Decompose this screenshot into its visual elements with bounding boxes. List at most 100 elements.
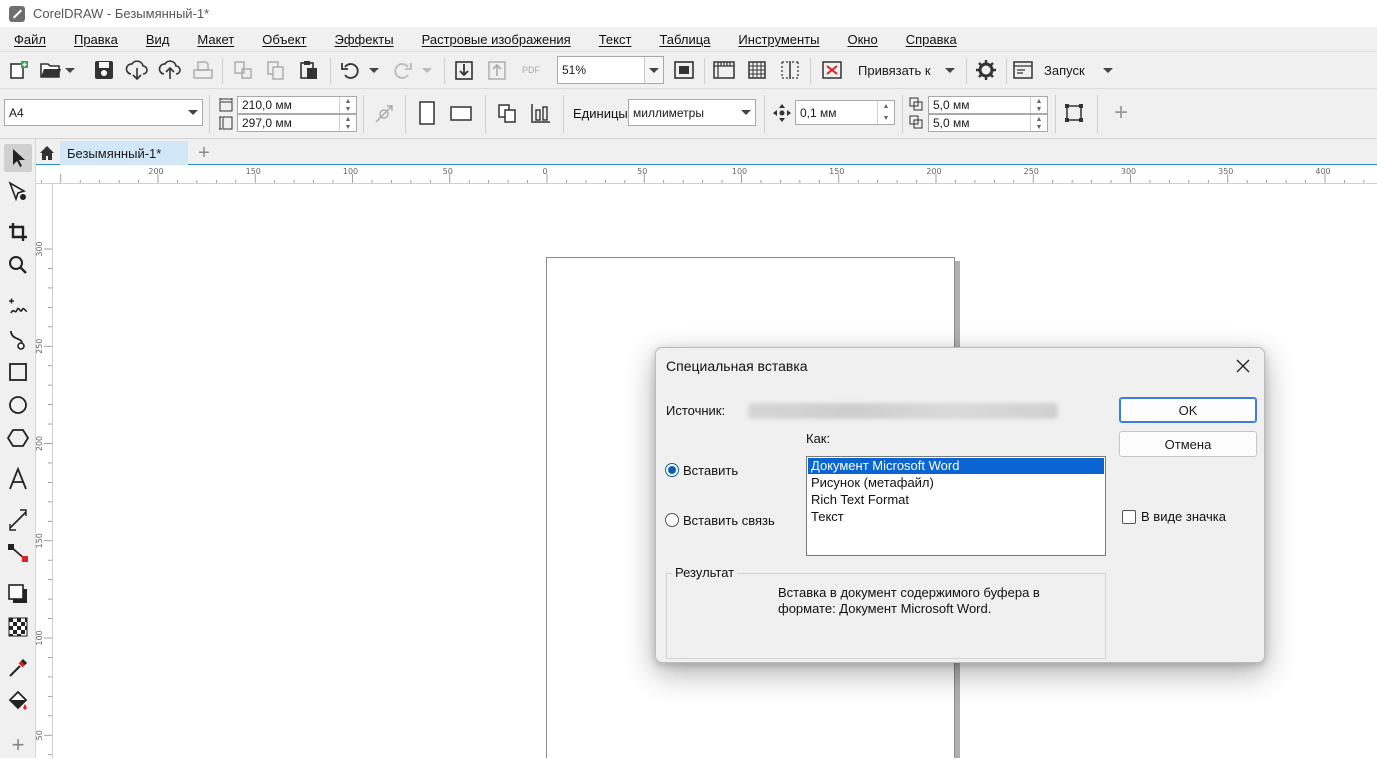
- units-dropdown-icon[interactable]: [736, 100, 755, 125]
- duplicate-x-input[interactable]: 5,0 мм ▲ ▼: [928, 96, 1048, 114]
- pick-tool-icon[interactable]: [4, 144, 32, 172]
- page-size-dropdown-icon[interactable]: [183, 100, 202, 125]
- paste-link-radio[interactable]: [665, 513, 679, 527]
- format-option[interactable]: Рисунок (метафайл): [808, 475, 1104, 491]
- ok-button[interactable]: OK: [1119, 397, 1257, 423]
- menu-text[interactable]: Текст: [591, 32, 640, 47]
- crop-tool-icon[interactable]: [4, 218, 32, 246]
- home-icon[interactable]: [36, 141, 58, 165]
- cancel-button[interactable]: Отмена: [1119, 431, 1257, 457]
- ellipse-tool-icon[interactable]: [4, 391, 32, 419]
- open-dropdown-icon[interactable]: [64, 62, 76, 78]
- page-rotate-icon[interactable]: [370, 100, 398, 128]
- page-width-input[interactable]: 210,0 мм ▲ ▼: [237, 96, 357, 114]
- nudge-up-icon[interactable]: ▲: [878, 101, 894, 113]
- print-icon[interactable]: [190, 57, 216, 83]
- menu-file[interactable]: Файл: [6, 32, 54, 47]
- nudge-distance-input[interactable]: 0,1 мм ▲ ▼: [795, 100, 895, 125]
- drop-shadow-tool-icon[interactable]: [4, 580, 32, 608]
- options-gear-icon[interactable]: [972, 57, 1000, 83]
- width-up-icon[interactable]: ▲: [340, 97, 356, 105]
- export-icon[interactable]: [484, 57, 510, 83]
- document-tab[interactable]: Безымянный-1*: [60, 141, 188, 165]
- snap-off-icon[interactable]: [818, 57, 846, 83]
- nudge-down-icon[interactable]: ▼: [878, 113, 894, 125]
- landscape-icon[interactable]: [446, 98, 476, 128]
- zoom-tool-icon[interactable]: [4, 251, 32, 279]
- width-down-icon[interactable]: ▼: [340, 105, 356, 113]
- show-guidelines-icon[interactable]: [776, 57, 804, 83]
- add-tool-icon[interactable]: +: [4, 731, 32, 759]
- menu-effects[interactable]: Эффекты: [327, 32, 402, 47]
- format-option[interactable]: Rich Text Format: [808, 492, 1104, 508]
- rectangle-tool-icon[interactable]: [4, 358, 32, 386]
- cut-icon[interactable]: [230, 57, 256, 83]
- connector-tool-icon[interactable]: [4, 539, 32, 567]
- cloud-download-icon[interactable]: [124, 57, 150, 83]
- redo-dropdown-icon[interactable]: [420, 62, 434, 78]
- zoom-dropdown-icon[interactable]: [644, 57, 663, 83]
- publish-pdf-icon[interactable]: PDF: [517, 57, 545, 83]
- menu-window[interactable]: Окно: [839, 32, 885, 47]
- height-down-icon[interactable]: ▼: [340, 123, 356, 131]
- dimension-tool-icon[interactable]: [4, 506, 32, 534]
- display-as-icon-checkbox[interactable]: [1122, 510, 1136, 524]
- menu-view[interactable]: Вид: [138, 32, 178, 47]
- menu-help[interactable]: Справка: [898, 32, 965, 47]
- paste-radio-label[interactable]: Вставить: [683, 463, 738, 478]
- format-listbox[interactable]: Документ Microsoft Word Рисунок (метафай…: [806, 456, 1106, 556]
- snap-to-dropdown[interactable]: Привязать к: [852, 57, 962, 83]
- freehand-tool-icon[interactable]: [4, 292, 32, 320]
- cloud-upload-icon[interactable]: [157, 57, 183, 83]
- paste-radio[interactable]: [665, 463, 679, 477]
- close-icon[interactable]: [1232, 355, 1254, 377]
- show-grid-icon[interactable]: [743, 57, 771, 83]
- shape-tool-icon[interactable]: [4, 177, 32, 205]
- page-size-select[interactable]: A4: [4, 99, 203, 126]
- add-property-icon[interactable]: +: [1108, 99, 1134, 127]
- menu-table[interactable]: Таблица: [651, 32, 718, 47]
- page-border-icon[interactable]: [1060, 99, 1088, 127]
- undo-dropdown-icon[interactable]: [367, 62, 381, 78]
- menu-layout[interactable]: Макет: [189, 32, 242, 47]
- zoom-level-select[interactable]: 51%: [557, 56, 664, 84]
- dup-y-down-icon[interactable]: ▼: [1031, 123, 1047, 131]
- portrait-icon[interactable]: [413, 98, 441, 128]
- interactive-fill-tool-icon[interactable]: [4, 687, 32, 715]
- show-rulers-icon[interactable]: [710, 57, 738, 83]
- menu-object[interactable]: Объект: [254, 32, 314, 47]
- menu-edit[interactable]: Правка: [66, 32, 126, 47]
- import-icon[interactable]: [451, 57, 477, 83]
- open-folder-icon[interactable]: [38, 57, 64, 83]
- save-icon[interactable]: [91, 57, 117, 83]
- height-up-icon[interactable]: ▲: [340, 115, 356, 123]
- units-select[interactable]: миллиметры: [628, 99, 756, 126]
- copy-icon[interactable]: [263, 57, 289, 83]
- current-page-icon[interactable]: [527, 99, 555, 127]
- paste-icon[interactable]: [296, 57, 322, 83]
- new-document-icon[interactable]: [6, 57, 32, 83]
- page-height-input[interactable]: 297,0 мм ▲ ▼: [237, 114, 357, 132]
- menu-tools[interactable]: Инструменты: [730, 32, 827, 47]
- launch-dropdown[interactable]: Запуск: [1012, 57, 1122, 83]
- add-tab-icon[interactable]: +: [192, 141, 216, 165]
- full-screen-preview-icon[interactable]: [670, 57, 698, 83]
- dup-x-down-icon[interactable]: ▼: [1031, 105, 1047, 113]
- transparency-tool-icon[interactable]: [4, 613, 32, 641]
- vertical-ruler[interactable]: 300 250 200 150 100 50: [36, 184, 53, 758]
- duplicate-y-input[interactable]: 5,0 мм ▲ ▼: [928, 114, 1048, 132]
- pen-tool-icon[interactable]: [4, 325, 32, 353]
- paste-link-radio-label[interactable]: Вставить связь: [683, 513, 775, 528]
- format-option[interactable]: Документ Microsoft Word: [808, 458, 1104, 474]
- format-option[interactable]: Текст: [808, 509, 1104, 525]
- display-as-icon-label[interactable]: В виде значка: [1141, 509, 1226, 524]
- redo-icon[interactable]: [390, 57, 416, 83]
- menu-bitmaps[interactable]: Растровые изображения: [414, 32, 579, 47]
- dup-x-up-icon[interactable]: ▲: [1031, 97, 1047, 105]
- horizontal-ruler[interactable]: 200 150 100 50 0 50 100 150 200 250 300 350 400: [36, 165, 1377, 184]
- text-tool-icon[interactable]: [4, 465, 32, 493]
- dup-y-up-icon[interactable]: ▲: [1031, 115, 1047, 123]
- polygon-tool-icon[interactable]: [4, 424, 32, 452]
- eyedropper-tool-icon[interactable]: [4, 654, 32, 682]
- undo-icon[interactable]: [337, 57, 363, 83]
